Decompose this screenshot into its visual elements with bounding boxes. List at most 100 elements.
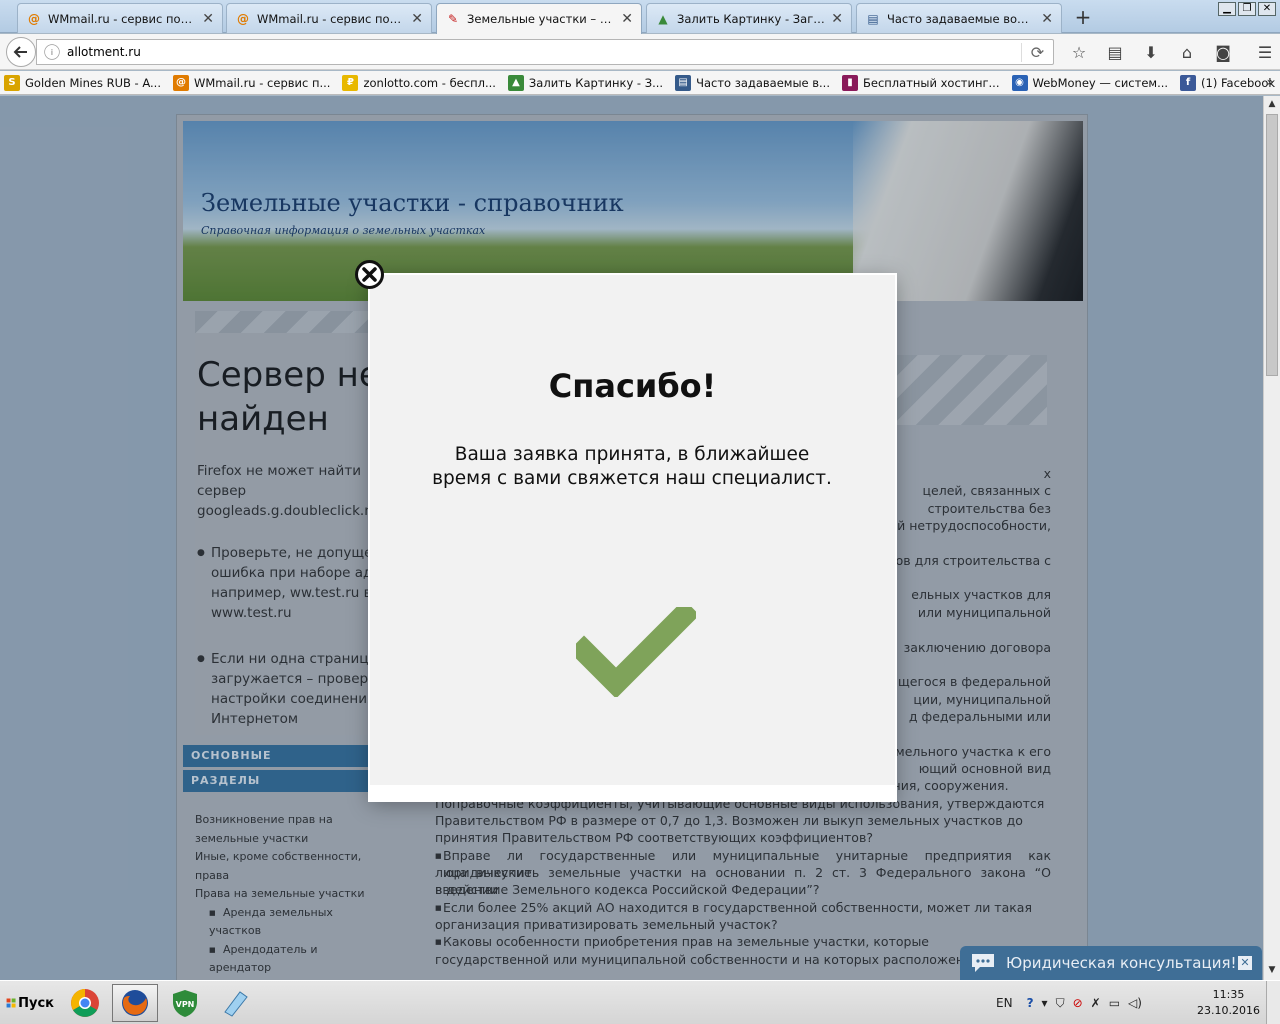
tray-expand-icon[interactable]: ▾	[1042, 996, 1048, 1010]
bookmark-label: Залить Картинку - З...	[528, 75, 664, 90]
bookmark-item[interactable]: ▮ Бесплатный хостинг...	[842, 74, 1000, 91]
chat-bubble-icon	[972, 954, 994, 972]
tab-4[interactable]: ▲ Залить Картинку - Загрузи... ✕	[646, 3, 852, 33]
close-icon	[362, 267, 377, 282]
home-icon[interactable]: ⌂	[1170, 38, 1204, 66]
bookmark-label: WebMoney — систем...	[1032, 75, 1169, 90]
minimize-icon[interactable]: ▁	[1218, 2, 1236, 16]
tab-close-icon[interactable]: ✕	[831, 12, 843, 26]
info-icon[interactable]: i	[44, 44, 60, 60]
modal-close-button[interactable]	[355, 260, 384, 289]
bookmark-item[interactable]: f (1) Facebook	[1180, 74, 1276, 91]
firefox-icon	[122, 990, 148, 1016]
document-icon: ▤	[867, 11, 879, 26]
scrollbar-thumb[interactable]	[1266, 114, 1278, 376]
taskbar-notepad[interactable]	[212, 984, 258, 1022]
pocket-icon[interactable]: ◙	[1206, 38, 1240, 66]
window-controls: ▁ ❐ ✕	[1218, 2, 1276, 16]
reading-list-icon[interactable]: ▤	[1098, 38, 1132, 66]
start-label[interactable]: Пуск	[18, 996, 54, 1011]
clock-time: 11:35	[1212, 988, 1245, 1001]
pen-icon: ✎	[447, 12, 459, 26]
show-desktop-button[interactable]	[1266, 981, 1280, 1024]
checkmark-icon	[576, 607, 696, 697]
tab-close-icon[interactable]: ✕	[1041, 12, 1053, 26]
bookmark-item[interactable]: S Golden Mines RUB - A...	[4, 74, 161, 91]
back-arrow-icon	[13, 46, 27, 58]
modal-message: Ваша заявка принята, в ближайшее время с…	[432, 444, 832, 489]
download-icon[interactable]: ⬇	[1134, 38, 1168, 66]
bookmark-star-icon[interactable]: ☆	[1062, 38, 1096, 66]
bookmark-label: Бесплатный хостинг...	[863, 75, 1000, 90]
tab-3[interactable]: ✎ Земельные участки – юрид... ✕	[436, 3, 642, 34]
bookmark-item[interactable]: ₽ zonlotto.com - беспл...	[342, 74, 496, 91]
network-error-icon[interactable]: ✗	[1091, 996, 1101, 1010]
clock-date: 23.10.2016	[1197, 1004, 1260, 1017]
webmoney-icon: ◉	[1011, 74, 1028, 91]
monitor-icon[interactable]: ▭	[1109, 996, 1120, 1010]
menu-icon[interactable]: ☰	[1248, 38, 1280, 66]
address-bar[interactable]: i allotment.ru ⟳	[36, 39, 1054, 65]
bookmarks-bar: S Golden Mines RUB - A... @ WMmail.ru - сер…	[0, 71, 1280, 95]
bookmark-label: WMmail.ru - сервис п...	[193, 75, 331, 90]
tab-close-icon[interactable]: ✕	[621, 12, 633, 26]
new-tab-button[interactable]: +	[1070, 4, 1096, 30]
tab-1[interactable]: @ WMmail.ru - сервис почтовы... ✕	[17, 3, 223, 33]
modal-footer	[370, 785, 895, 800]
taskbar-vpn[interactable]: VPN	[162, 984, 208, 1022]
volume-icon[interactable]: ◁)	[1128, 996, 1142, 1010]
at-sign-icon: @	[28, 11, 40, 26]
language-indicator[interactable]: EN	[996, 996, 1013, 1010]
windows-taskbar: Пуск VPN EN ? ▾ ⛉ ⊘ ✗ ▭ ◁) 11:35 23.10.2…	[0, 980, 1280, 1024]
tab-label: Земельные участки – юрид...	[467, 12, 615, 26]
clock[interactable]: 11:35 23.10.2016	[1197, 987, 1260, 1019]
bookmark-item[interactable]: ▲ Залить Картинку - З...	[507, 74, 664, 91]
bookmark-label: (1) Facebook	[1201, 75, 1276, 90]
reload-icon[interactable]: ⟳	[1021, 42, 1053, 62]
tab-2[interactable]: @ WMmail.ru - сервис почтовы... ✕	[226, 3, 432, 33]
toolbar-icons: ☆ ▤ ⬇ ⌂ ◙ ☰	[1062, 38, 1280, 66]
back-button[interactable]	[6, 37, 36, 67]
bookmark-item[interactable]: ◉ WebMoney — систем...	[1011, 74, 1169, 91]
hosting-icon: ▮	[842, 74, 858, 91]
consultation-label[interactable]: Юридическая консультация!	[1006, 954, 1237, 972]
close-window-icon[interactable]: ✕	[1258, 2, 1276, 16]
notepad-icon	[224, 991, 248, 1017]
tab-strip: @ WMmail.ru - сервис почтовы... ✕ @ WMmail.r…	[0, 0, 1280, 34]
bookmark-item[interactable]: @ WMmail.ru - сервис п...	[172, 74, 331, 91]
navigation-toolbar: i allotment.ru ⟳ ☆ ▤ ⬇ ⌂ ◙ ☰	[0, 34, 1280, 70]
tab-label: Часто задаваемые вопросы...	[887, 11, 1035, 26]
tab-label: WMmail.ru - сервис почтовы...	[48, 11, 196, 26]
tab-label: Залить Картинку - Загрузи...	[677, 11, 826, 26]
lotto-icon: ₽	[342, 74, 359, 91]
tab-close-icon[interactable]: ✕	[411, 12, 423, 26]
start-button[interactable]: Пуск	[2, 985, 54, 1021]
image-upload-icon: ▲	[507, 74, 524, 91]
vpn-shield-icon: VPN	[173, 990, 197, 1017]
bookmark-label: zonlotto.com - беспл...	[363, 75, 496, 90]
at-sign-icon: @	[237, 11, 249, 26]
consult-close-icon[interactable]: ✕	[1238, 956, 1252, 970]
tab-close-icon[interactable]: ✕	[202, 12, 214, 26]
chrome-icon	[71, 989, 99, 1017]
windows-logo-icon	[6, 998, 16, 1008]
help-icon[interactable]: ?	[1027, 996, 1034, 1010]
legal-consultation-widget[interactable]: Юридическая консультация! ✕	[960, 946, 1262, 980]
restore-icon[interactable]: ❐	[1238, 2, 1256, 16]
bookmark-item[interactable]: ▤ Часто задаваемые в...	[675, 74, 830, 91]
shield-icon[interactable]: ⛉	[1056, 996, 1065, 1011]
document-icon: ▤	[675, 74, 692, 91]
thank-you-modal: Спасибо! Ваша заявка принята, в ближайше…	[370, 275, 895, 800]
image-upload-icon: ▲	[658, 11, 668, 26]
bookmarks-overflow-icon[interactable]: »	[1267, 75, 1274, 89]
blocked-icon[interactable]: ⊘	[1073, 996, 1083, 1010]
scroll-down-icon[interactable]: ▼	[1264, 962, 1280, 978]
page-scrollbar[interactable]: ▲ ▼	[1263, 96, 1280, 980]
tab-5[interactable]: ▤ Часто задаваемые вопросы... ✕	[856, 3, 1062, 33]
modal-title: Спасибо!	[548, 367, 717, 405]
bookmark-label: Часто задаваемые в...	[696, 75, 830, 90]
taskbar-firefox[interactable]	[112, 984, 158, 1022]
scroll-up-icon[interactable]: ▲	[1264, 96, 1280, 112]
taskbar-chrome[interactable]	[62, 984, 108, 1022]
address-url[interactable]: allotment.ru	[67, 45, 1021, 59]
